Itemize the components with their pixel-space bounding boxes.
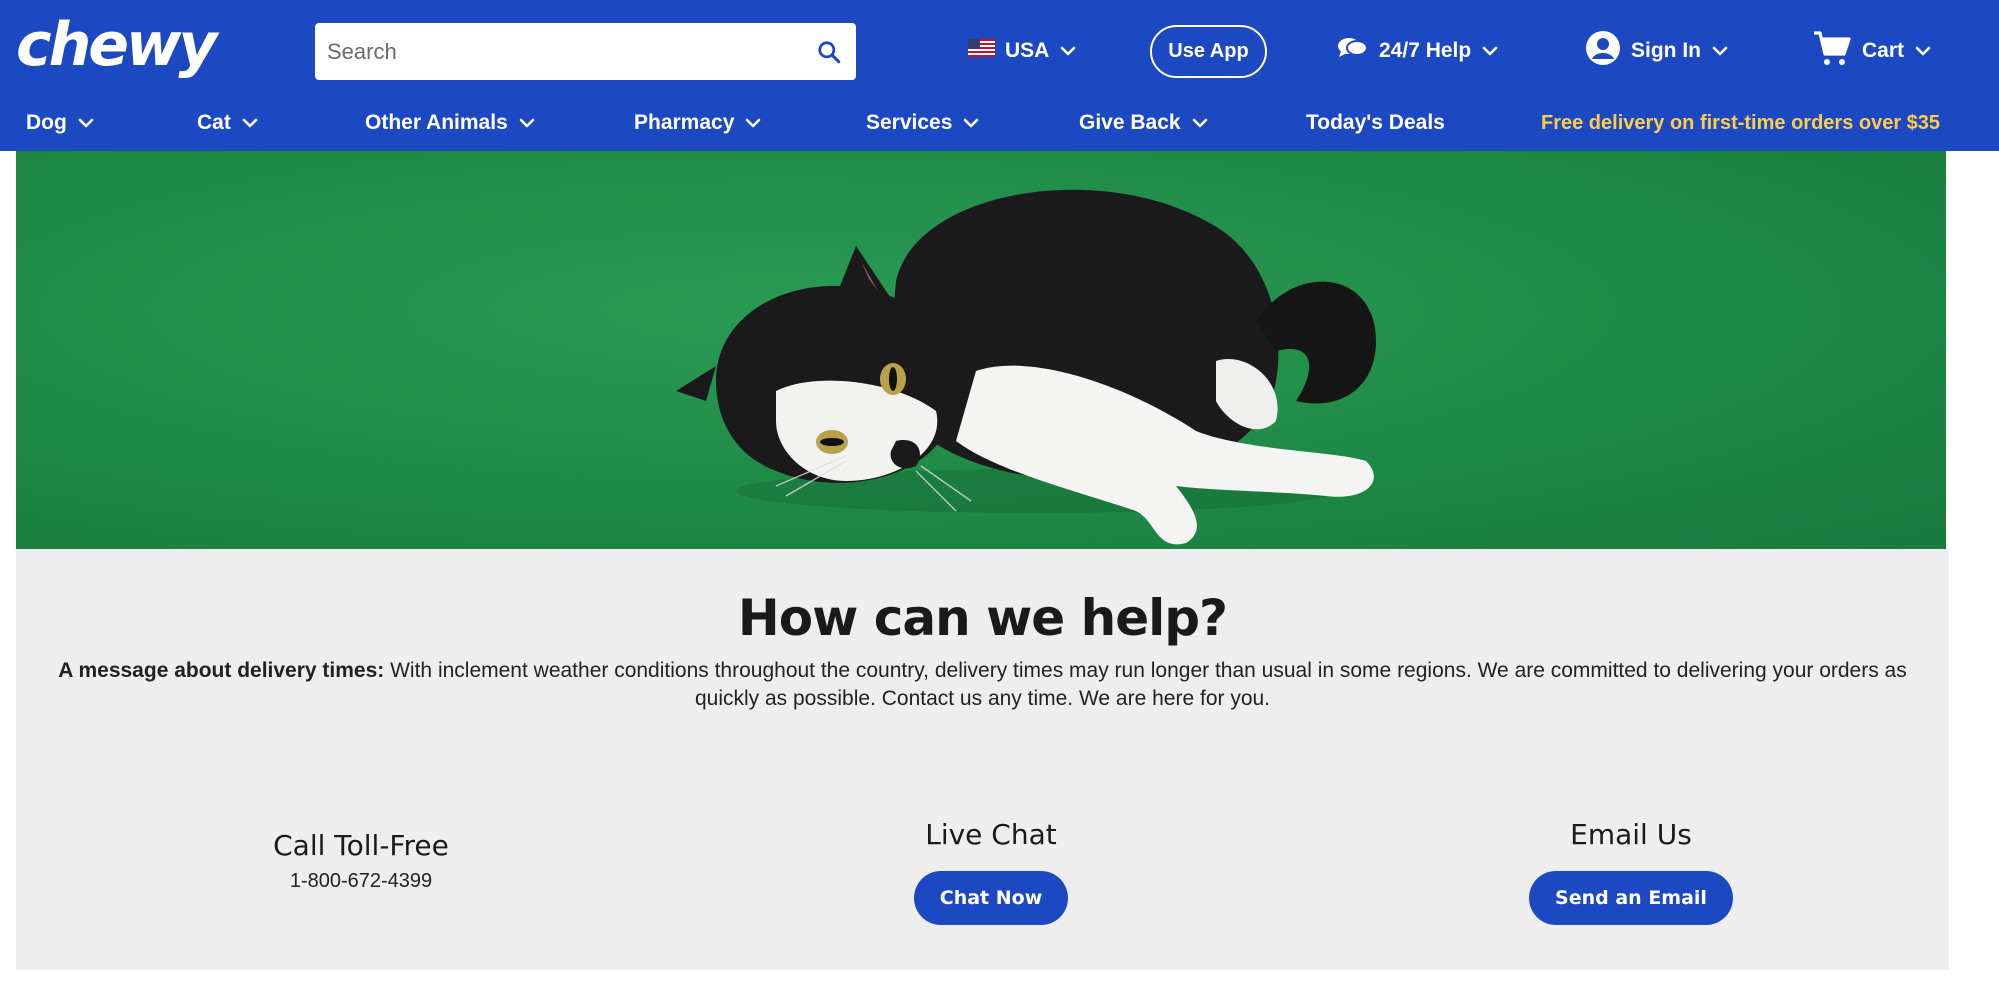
cart-label: Cart [1862,39,1905,62]
nav-item-pharmacy[interactable]: Pharmacy [634,101,762,145]
delivery-message-heading: A message about delivery times: [58,659,385,682]
send-email-button[interactable]: Send an Email [1529,871,1733,925]
call-title: Call Toll-Free [273,829,449,862]
use-app-button[interactable]: Use App [1150,25,1267,78]
help-menu[interactable]: 24/7 Help [1337,30,1499,72]
nav-label: Cat [197,111,231,134]
chevron-down-icon [964,118,979,128]
chevron-down-icon [1712,46,1728,56]
nav-item-todays-deals[interactable]: Today's Deals [1306,101,1445,145]
email-title: Email Us [1570,818,1692,851]
chat-title: Live Chat [925,818,1057,851]
chat-now-button[interactable]: Chat Now [913,871,1069,925]
chevron-down-icon [746,118,761,128]
user-avatar-icon [1585,30,1621,72]
help-section: How can we help? A message about deliver… [16,549,1949,970]
chevron-down-icon [1482,46,1498,56]
country-label: USA [1005,39,1050,62]
nav-label: Dog [26,111,67,134]
nav-label: Give Back [1079,111,1181,134]
nav-label: Services [866,111,953,134]
chevron-down-icon [519,118,535,128]
search-bar[interactable] [315,23,856,80]
help-label: 24/7 Help [1379,39,1472,62]
sign-in-label: Sign In [1631,39,1701,62]
live-chat-block: Live Chat Chat Now [816,818,1166,925]
nav-label: Other Animals [365,111,508,134]
chevron-down-icon [78,118,94,128]
sign-in-menu[interactable]: Sign In [1585,30,1729,72]
country-selector[interactable]: USA [968,30,1077,72]
cart-icon [1812,29,1852,73]
nav-item-cat[interactable]: Cat [197,101,259,145]
search-icon[interactable] [814,37,844,67]
search-input[interactable] [327,38,814,65]
free-delivery-promo[interactable]: Free delivery on first-time orders over … [1541,101,1940,145]
nav-label: Pharmacy [634,111,735,134]
site-header: chewy USA Use App 24/7 Help Sign I [0,0,1999,151]
nav-item-services[interactable]: Services [866,101,980,145]
phone-number[interactable]: 1-800-672-4399 [196,870,526,893]
chevron-down-icon [1915,46,1931,56]
nav-item-give-back[interactable]: Give Back [1079,101,1209,145]
email-us-block: Email Us Send an Email [1441,818,1821,925]
delivery-message-text: With inclement weather conditions throug… [390,659,1907,710]
page-title: How can we help? [737,589,1228,647]
cat-illustration [676,189,1376,545]
nav-item-other-animals[interactable]: Other Animals [365,101,536,145]
chewy-logo[interactable]: chewy [16,10,218,80]
call-toll-free-block: Call Toll-Free 1-800-672-4399 [196,829,526,893]
delivery-message: A message about delivery times: With inc… [46,657,1919,713]
chevron-down-icon [1192,118,1207,128]
nav-label: Today's Deals [1306,111,1445,134]
us-flag-icon [968,39,995,63]
chevron-down-icon [1061,46,1076,56]
cart-menu[interactable]: Cart [1812,30,1932,72]
hero-banner [16,151,1946,549]
nav-item-dog[interactable]: Dog [26,101,95,145]
chevron-down-icon [242,118,258,128]
chat-bubbles-icon [1337,35,1369,67]
